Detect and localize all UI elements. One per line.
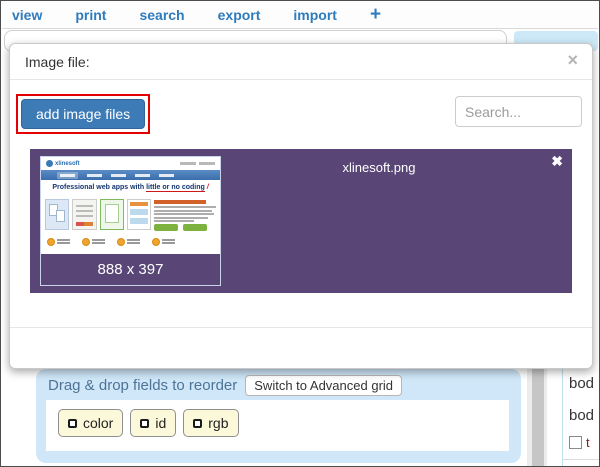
drag-handle-icon: [193, 419, 202, 428]
field-chip-label: id: [155, 415, 166, 431]
field-chip-label: color: [83, 415, 113, 431]
dialog-footer: [10, 327, 592, 348]
field-chip-label: rgb: [208, 415, 228, 431]
menu-item-view[interactable]: view: [12, 7, 42, 23]
dialog-title: Image file:: [25, 54, 90, 70]
app-window: view print search export import + Drag &…: [0, 0, 600, 467]
dialog-body: add image files xlinesoft: [10, 80, 592, 348]
fields-reorder-panel: Drag & drop fields to reorder Switch to …: [36, 369, 521, 463]
right-panel-text: bod: [569, 407, 594, 424]
preview-site-header: xlinesoft: [41, 157, 220, 170]
top-menu-bar: view print search export import +: [2, 2, 598, 29]
preview-steps-row: [41, 235, 220, 248]
remove-file-icon[interactable]: ✖: [551, 153, 563, 170]
preview-nav-item: [135, 174, 150, 177]
fields-reorder-header: Drag & drop fields to reorder Switch to …: [48, 375, 402, 396]
logo-icon: [46, 160, 53, 167]
preview-top-links: [180, 162, 215, 165]
preview-screenshot-2: [72, 199, 96, 230]
drag-handle-icon: [140, 419, 149, 428]
preview-content-row: [41, 198, 220, 235]
thumbnail-image: xlinesoft Professional web apps with lit…: [41, 157, 220, 254]
field-chip-id[interactable]: id: [130, 409, 176, 437]
preview-nav-active-item: [57, 172, 78, 179]
file-thumbnail[interactable]: xlinesoft Professional web apps with lit…: [40, 156, 221, 286]
uploaded-file-panel: xlinesoft Professional web apps with lit…: [30, 149, 572, 293]
menu-item-search[interactable]: search: [139, 7, 184, 23]
search-input[interactable]: [455, 96, 582, 127]
preview-screenshot-1: [45, 199, 69, 230]
checkbox[interactable]: [569, 436, 582, 449]
drag-drop-label: Drag & drop fields to reorder: [48, 377, 237, 394]
preview-headline: Professional web apps with little or no …: [41, 180, 220, 198]
preview-screenshot-3: [100, 199, 124, 230]
field-chip-rgb[interactable]: rgb: [183, 409, 238, 437]
preview-logo: xlinesoft: [46, 160, 80, 167]
drag-handle-icon: [68, 419, 77, 428]
right-settings-panel: bod bod t: [562, 369, 600, 467]
menu-item-print[interactable]: print: [75, 7, 106, 23]
scrollbar-thumb[interactable]: [532, 369, 544, 467]
right-panel-text-fragment: t: [586, 435, 590, 450]
plus-icon[interactable]: +: [370, 5, 381, 24]
add-image-files-button[interactable]: add image files: [21, 99, 145, 129]
switch-advanced-grid-button[interactable]: Switch to Advanced grid: [245, 375, 402, 396]
close-icon[interactable]: ×: [567, 51, 578, 69]
preview-nav-item: [111, 174, 126, 177]
preview-nav-bar: [41, 170, 220, 180]
preview-nav-item: [87, 174, 102, 177]
preview-nav-item: [159, 174, 174, 177]
right-panel-text: bod: [569, 375, 594, 392]
file-name-label: xlinesoft.png: [230, 160, 528, 175]
field-chips-row: color id rgb: [46, 400, 509, 446]
red-highlight-box: add image files: [16, 94, 150, 134]
preview-screenshot-4: [127, 199, 151, 230]
dialog-header: Image file: ×: [10, 44, 592, 80]
divider: [563, 459, 600, 460]
right-panel-checkbox-row: t: [569, 435, 590, 450]
preview-green-buttons: [154, 224, 216, 231]
image-dimensions-label: 888 x 397: [41, 254, 220, 285]
preview-text-block: [154, 199, 216, 235]
menu-item-import[interactable]: import: [293, 7, 337, 23]
menu-item-export[interactable]: export: [218, 7, 261, 23]
image-file-dialog: Image file: × add image files xlinesoft: [9, 43, 593, 369]
logo-text: xlinesoft: [55, 161, 80, 167]
field-chip-color[interactable]: color: [58, 409, 123, 437]
fields-container: color id rgb: [46, 400, 509, 451]
